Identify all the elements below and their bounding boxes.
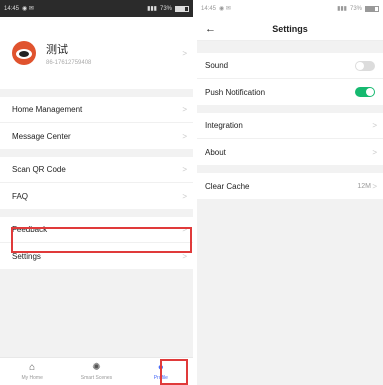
- setting-push-notification: Push Notification: [197, 79, 383, 105]
- page-title: Settings: [272, 23, 308, 34]
- setting-about[interactable]: About >: [197, 139, 383, 165]
- profile-icon: ●: [157, 361, 164, 373]
- push-notification-toggle[interactable]: [355, 87, 375, 97]
- menu-label: Feedback: [12, 225, 48, 234]
- menu-label: FAQ: [12, 191, 29, 201]
- chevron-right-icon: >: [372, 147, 377, 157]
- chevron-right-icon: >: [182, 48, 187, 58]
- tab-label: Smart Scenes: [80, 374, 113, 381]
- cache-size: 12M: [357, 182, 371, 190]
- settings-screen: 14:45 ◉ ✉ ▮▮▮ 73% ← Settings Sound Push …: [197, 0, 383, 385]
- notification-icon: ◉ ✉: [22, 6, 34, 12]
- battery-text: 73%: [159, 5, 172, 12]
- nav-bar: ← Settings: [197, 17, 383, 41]
- tab-profile[interactable]: ● Profile: [129, 358, 193, 385]
- setting-integration[interactable]: Integration >: [197, 113, 383, 139]
- chevron-right-icon: >: [372, 121, 377, 130]
- profile-screen: 14:45 ◉ ✉ ▮▮▮ 73% 测试 86-17612759408 > Ho…: [0, 0, 193, 385]
- menu-feedback[interactable]: Feedback >: [0, 217, 193, 243]
- tab-label: My Home: [21, 374, 43, 381]
- menu-scan-qr-code[interactable]: Scan QR Code >: [0, 157, 193, 183]
- setting-label: Integration: [205, 121, 243, 130]
- home-icon: ⌂: [29, 361, 36, 373]
- setting-clear-cache[interactable]: Clear Cache 12M >: [197, 173, 383, 199]
- menu-home-management[interactable]: Home Management >: [0, 97, 193, 123]
- signal-icon: ▮▮▮: [337, 6, 347, 12]
- signal-icon: ▮▮▮: [147, 6, 157, 12]
- status-bar: 14:45 ◉ ✉ ▮▮▮ 73%: [0, 0, 193, 17]
- chevron-right-icon: >: [372, 181, 377, 191]
- user-name: 测试: [46, 43, 68, 56]
- sound-toggle[interactable]: [355, 60, 375, 71]
- chevron-right-icon: >: [182, 225, 187, 234]
- sun-icon: ✺: [92, 361, 101, 373]
- chevron-right-icon: >: [182, 165, 187, 174]
- avatar[interactable]: [12, 41, 36, 65]
- tab-smart-scenes[interactable]: ✺ Smart Scenes: [64, 358, 128, 385]
- setting-label: Push Notification: [205, 87, 266, 97]
- menu-faq[interactable]: FAQ >: [0, 183, 193, 209]
- bottom-tab-bar: ⌂ My Home ✺ Smart Scenes ● Profile: [0, 357, 193, 385]
- menu-label: Home Management: [12, 105, 83, 114]
- chevron-right-icon: >: [182, 131, 187, 141]
- tab-my-home[interactable]: ⌂ My Home: [0, 358, 64, 385]
- setting-label: Clear Cache: [205, 181, 250, 191]
- menu-settings[interactable]: Settings >: [0, 243, 193, 269]
- profile-card[interactable]: 测试 86-17612759408 >: [0, 17, 193, 89]
- battery-icon: [365, 5, 379, 12]
- tab-label: Profile: [153, 374, 168, 381]
- setting-label: Sound: [205, 61, 229, 70]
- battery-icon: [175, 5, 189, 12]
- menu-label: Scan QR Code: [12, 165, 66, 174]
- menu-message-center[interactable]: Message Center >: [0, 123, 193, 149]
- status-bar: 14:45 ◉ ✉ ▮▮▮ 73%: [197, 0, 383, 17]
- setting-label: About: [205, 147, 226, 157]
- chevron-right-icon: >: [182, 191, 187, 201]
- back-arrow-icon[interactable]: ←: [205, 23, 216, 35]
- chevron-right-icon: >: [182, 251, 187, 261]
- setting-sound: Sound: [197, 53, 383, 79]
- status-time: 14:45: [201, 5, 217, 12]
- chevron-right-icon: >: [182, 105, 187, 114]
- menu-label: Settings: [12, 251, 41, 261]
- menu-label: Message Center: [12, 131, 71, 141]
- status-time: 14:45: [4, 5, 20, 12]
- notification-icon: ◉ ✉: [219, 6, 231, 12]
- user-phone: 86-17612759408: [46, 59, 92, 66]
- battery-text: 73%: [349, 5, 362, 12]
